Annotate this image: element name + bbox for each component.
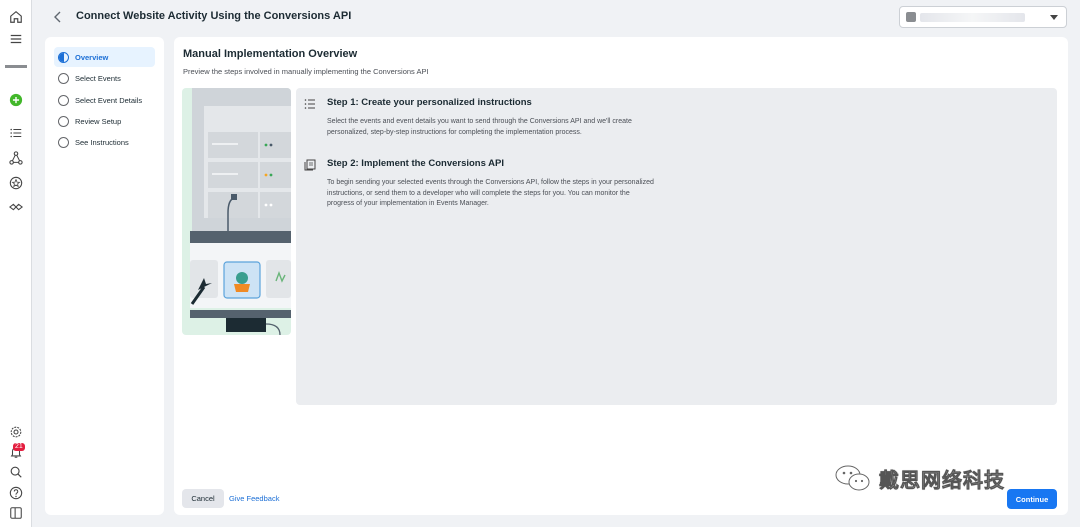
account-icon [906, 12, 916, 22]
instructions-overview-box: Step 1: Create your personalized instruc… [296, 88, 1057, 405]
instruction-body: To begin sending your selected events th… [327, 179, 654, 207]
top-bar: Connect Website Activity Using the Conve… [32, 0, 1080, 34]
create-plus-icon[interactable] [8, 92, 24, 108]
step-label: Overview [75, 52, 109, 62]
page-title: Connect Website Activity Using the Conve… [76, 10, 352, 22]
step-label: Select Event Details [75, 95, 143, 105]
continue-button[interactable]: Continue [1007, 489, 1057, 509]
cancel-button[interactable]: Cancel [182, 489, 224, 508]
partner-integrations-icon[interactable] [8, 199, 24, 215]
section-subtitle: Preview the steps involved in manually i… [183, 67, 429, 76]
chevron-down-icon [1050, 15, 1058, 20]
instruction-heading: Step 2: Implement the Conversions API [327, 158, 505, 169]
step-progress-icon [58, 94, 69, 106]
brand-logo-icon [5, 65, 27, 68]
ad-account-selector[interactable] [899, 6, 1067, 28]
step-select-events[interactable]: Select Events [54, 68, 155, 88]
server-illustration [182, 88, 291, 335]
data-sources-icon[interactable] [8, 150, 24, 166]
home-icon[interactable] [8, 9, 24, 25]
step-progress-icon [58, 136, 69, 148]
help-icon[interactable] [8, 485, 24, 501]
back-arrow-icon[interactable] [50, 9, 66, 25]
step-overview[interactable]: Overview [54, 47, 155, 67]
step-label: See Instructions [75, 137, 129, 147]
give-feedback-link[interactable]: Give Feedback [229, 494, 279, 503]
step-review-setup[interactable]: Review Setup [54, 111, 155, 131]
search-icon[interactable] [8, 464, 24, 480]
instruction-heading: Step 1: Create your personalized instruc… [327, 97, 532, 108]
settings-gear-icon[interactable] [8, 424, 24, 440]
step-label: Select Events [75, 73, 121, 83]
step-select-event-details[interactable]: Select Event Details [54, 90, 155, 110]
notification-count-badge: 21 [13, 443, 25, 451]
step-progress-icon [58, 72, 69, 84]
panel-toggle-icon[interactable] [8, 505, 24, 521]
setup-steps-sidebar: Overview Select Events Select Event Deta… [45, 37, 164, 515]
main-content-panel: Manual Implementation Overview Preview t… [174, 37, 1068, 515]
documents-icon [304, 159, 316, 171]
watermark: 戴思网络科技 [833, 462, 1005, 494]
step-label: Review Setup [75, 116, 122, 126]
menu-icon[interactable] [8, 31, 24, 47]
step-progress-icon [58, 115, 69, 127]
wechat-logo-icon [835, 465, 870, 491]
list-icon[interactable] [8, 125, 24, 141]
instruction-body: Select the events and event details you … [327, 118, 632, 136]
step-see-instructions[interactable]: See Instructions [54, 132, 155, 152]
list-icon [304, 99, 315, 109]
badge-icon[interactable] [8, 175, 24, 191]
watermark-text: 戴思网络科技 [879, 467, 1005, 492]
section-title: Manual Implementation Overview [183, 48, 358, 60]
step-progress-icon [58, 51, 69, 63]
account-name-redacted [920, 13, 1025, 22]
left-nav-rail: 21 [0, 0, 32, 527]
